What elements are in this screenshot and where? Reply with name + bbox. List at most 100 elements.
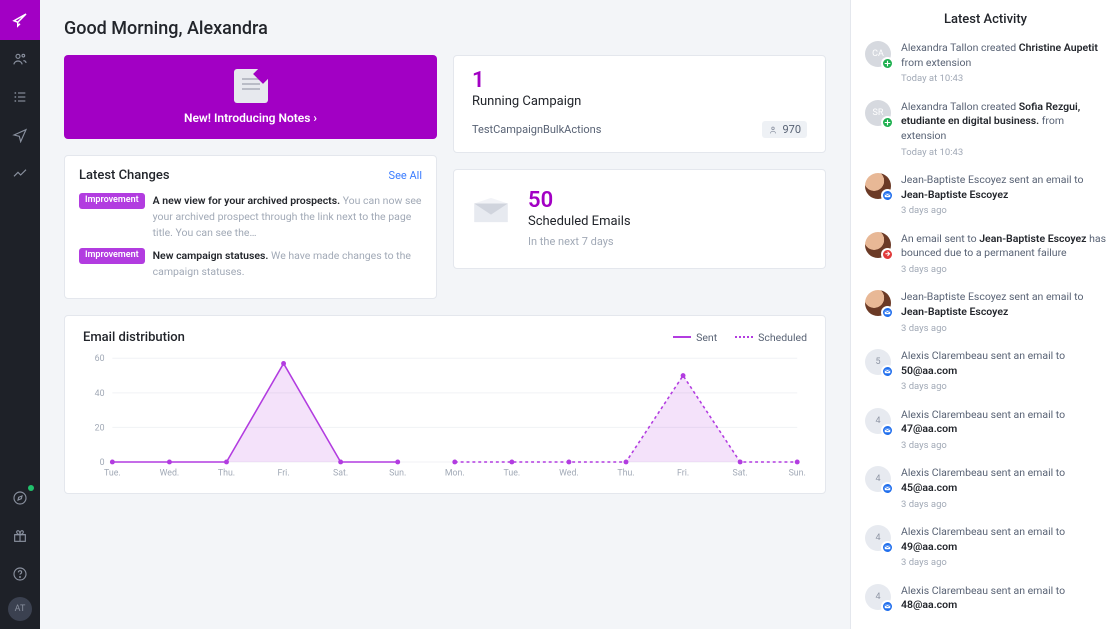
campaign-prospects: 970 (762, 121, 807, 138)
activity-badge-icon (881, 600, 894, 613)
envelope-icon (472, 196, 510, 224)
nav-gift-icon[interactable] (0, 517, 40, 555)
nav-compass-icon[interactable] (0, 479, 40, 517)
activity-item[interactable]: Jean-Baptiste Escoyez sent an email to J… (865, 173, 1106, 218)
svg-text:Fri.: Fri. (677, 468, 689, 478)
scheduled-count: 50 (528, 190, 631, 212)
change-item[interactable]: Improvement New campaign statuses. We ha… (79, 248, 422, 280)
activity-badge-icon (881, 57, 894, 70)
activity-avatar (865, 290, 891, 316)
latest-changes-card: Latest Changes See All Improvement A new… (64, 155, 437, 299)
scheduled-label: Scheduled Emails (528, 214, 631, 229)
scheduled-sub: In the next 7 days (528, 235, 631, 248)
note-icon (234, 69, 268, 103)
activity-text: Alexandra Tallon created Sofia Rezgui, e… (901, 100, 1106, 159)
nav-rail: AT (0, 0, 40, 629)
change-item[interactable]: Improvement A new view for your archived… (79, 193, 422, 240)
nav-chart-icon[interactable] (0, 154, 40, 192)
svg-text:Sun.: Sun. (389, 468, 406, 478)
chart-legend: Sent Scheduled (673, 331, 807, 344)
activity-text: Alexis Clarembeau sent an email to 47@aa… (901, 408, 1106, 453)
svg-text:Wed.: Wed. (559, 468, 579, 478)
notes-banner[interactable]: New! Introducing Notes › (64, 55, 437, 139)
activity-title: Latest Activity (865, 12, 1106, 27)
svg-text:40: 40 (95, 389, 105, 399)
see-all-link[interactable]: See All (389, 169, 422, 182)
svg-text:Sun.: Sun. (789, 468, 806, 478)
scheduled-emails-card: 50 Scheduled Emails In the next 7 days (453, 169, 826, 269)
activity-item[interactable]: An email sent to Jean-Baptiste Escoyez h… (865, 232, 1106, 277)
activity-badge-icon (881, 248, 894, 261)
activity-time: 3 days ago (901, 204, 1106, 217)
activity-time: 3 days ago (901, 439, 1106, 452)
email-distribution-card: Email distribution Sent Scheduled 0 20 40 6… (64, 315, 826, 494)
activity-text: Alexis Clarembeau sent an email to 48@aa… (901, 584, 1106, 615)
activity-avatar (865, 173, 891, 199)
activity-avatar: CA (865, 41, 891, 67)
svg-text:Thu.: Thu. (218, 468, 235, 478)
main-content: Good Morning, Alexandra New! Introducing… (40, 0, 850, 629)
activity-badge-icon (881, 482, 894, 495)
activity-panel: Latest Activity CA Alexandra Tallon crea… (850, 0, 1120, 629)
latest-changes-title: Latest Changes (79, 168, 170, 183)
svg-text:Sat.: Sat. (733, 468, 748, 478)
svg-text:Tue.: Tue. (504, 468, 521, 478)
activity-badge-icon (881, 424, 894, 437)
nav-send-icon[interactable] (0, 116, 40, 154)
activity-item[interactable]: Jean-Baptiste Escoyez sent an email to J… (865, 290, 1106, 335)
page-title: Good Morning, Alexandra (64, 18, 826, 39)
activity-item[interactable]: 4 Alexis Clarembeau sent an email to 47@… (865, 408, 1106, 453)
change-tag: Improvement (79, 248, 145, 264)
activity-time: Today at 10:43 (901, 72, 1106, 85)
banner-text: New! Introducing Notes › (184, 111, 317, 125)
running-label: Running Campaign (472, 94, 807, 109)
activity-text: Jean-Baptiste Escoyez sent an email to J… (901, 173, 1106, 218)
svg-text:0: 0 (100, 458, 105, 468)
activity-time: 3 days ago (901, 263, 1106, 276)
svg-text:Tue.: Tue. (104, 468, 121, 478)
activity-text: Alexis Clarembeau sent an email to 50@aa… (901, 349, 1106, 394)
svg-text:60: 60 (95, 354, 105, 364)
activity-text: Jean-Baptiste Escoyez sent an email to J… (901, 290, 1106, 335)
campaign-name[interactable]: TestCampaignBulkActions (472, 123, 601, 136)
activity-badge-icon (881, 541, 894, 554)
activity-time: Today at 10:43 (901, 146, 1106, 159)
activity-text: An email sent to Jean-Baptiste Escoyez h… (901, 232, 1106, 277)
activity-item[interactable]: 4 Alexis Clarembeau sent an email to 48@… (865, 584, 1106, 615)
chart-title: Email distribution (83, 330, 185, 345)
activity-avatar: 5 (865, 349, 891, 375)
activity-item[interactable]: CA Alexandra Tallon created Christine Au… (865, 41, 1106, 86)
running-count: 1 (472, 70, 807, 92)
user-avatar[interactable]: AT (8, 597, 32, 621)
email-distribution-chart: 0 20 40 60 Tue. Wed. Thu. Fri. Sat. Sun. Mon. Tue. W… (83, 351, 807, 481)
activity-text: Alexandra Tallon created Christine Aupet… (901, 41, 1106, 86)
activity-item[interactable]: 4 Alexis Clarembeau sent an email to 49@… (865, 525, 1106, 570)
activity-avatar (865, 232, 891, 258)
activity-badge-icon (881, 306, 894, 319)
activity-time: 3 days ago (901, 556, 1106, 569)
activity-time: 3 days ago (901, 380, 1106, 393)
activity-avatar: 4 (865, 408, 891, 434)
activity-time: 3 days ago (901, 322, 1106, 335)
svg-text:Fri.: Fri. (277, 468, 289, 478)
app-logo[interactable] (0, 0, 40, 40)
activity-avatar: 4 (865, 584, 891, 610)
change-tag: Improvement (79, 193, 145, 209)
nav-help-icon[interactable] (0, 555, 40, 593)
activity-avatar: 4 (865, 525, 891, 551)
svg-text:20: 20 (95, 423, 105, 433)
svg-text:Mon.: Mon. (445, 468, 465, 478)
running-campaign-card: 1 Running Campaign TestCampaignBulkActio… (453, 55, 826, 153)
activity-text: Alexis Clarembeau sent an email to 49@aa… (901, 525, 1106, 570)
nav-list-icon[interactable] (0, 78, 40, 116)
nav-people-icon[interactable] (0, 40, 40, 78)
activity-item[interactable]: 4 Alexis Clarembeau sent an email to 45@… (865, 466, 1106, 511)
notification-dot (28, 485, 34, 491)
activity-item[interactable]: SR Alexandra Tallon created Sofia Rezgui… (865, 100, 1106, 159)
svg-text:Thu.: Thu. (617, 468, 634, 478)
activity-text: Alexis Clarembeau sent an email to 45@aa… (901, 466, 1106, 511)
activity-item[interactable]: 5 Alexis Clarembeau sent an email to 50@… (865, 349, 1106, 394)
activity-badge-icon (881, 116, 894, 129)
activity-time: 3 days ago (901, 498, 1106, 511)
svg-text:Wed.: Wed. (160, 468, 180, 478)
